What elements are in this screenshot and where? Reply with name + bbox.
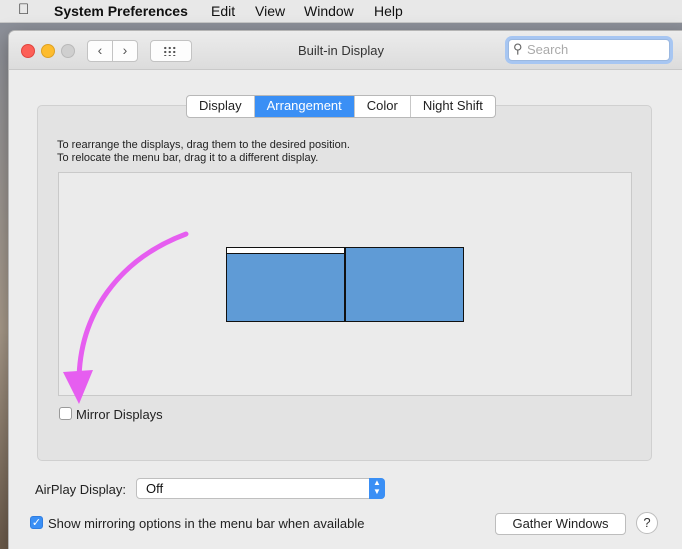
menu-window[interactable]: Window (304, 3, 354, 19)
apple-icon[interactable]:  (18, 1, 29, 18)
menu-app-name[interactable]: System Preferences (54, 3, 188, 19)
airplay-display-value: Off (146, 481, 164, 496)
external-display-thumbnail[interactable] (345, 247, 464, 322)
zoom-button[interactable] (61, 44, 75, 58)
show-all-button[interactable] (150, 40, 192, 62)
title-bar: ‹ › Built-in Display ⚲ (9, 31, 682, 70)
show-mirroring-checkbox[interactable]: ✓ (30, 516, 43, 529)
mirror-displays-checkbox[interactable] (59, 407, 72, 420)
gather-windows-button[interactable]: Gather Windows (495, 513, 626, 535)
forward-button[interactable]: › (112, 40, 138, 62)
menu-bar:  System Preferences Edit View Window He… (0, 0, 682, 23)
tab-bar: Display Arrangement Color Night Shift (186, 95, 496, 118)
search-icon: ⚲ (513, 41, 523, 56)
back-button[interactable]: ‹ (87, 40, 113, 62)
tab-color[interactable]: Color (355, 96, 411, 117)
instruction-menubar: To relocate the menu bar, drag it to a d… (57, 152, 319, 164)
chevron-updown-icon: ▲ ▼ (369, 478, 385, 499)
search-field[interactable]: ⚲ (508, 39, 670, 61)
built-in-display-thumbnail[interactable] (226, 247, 345, 322)
airplay-display-select[interactable]: Off ▲ ▼ (136, 478, 385, 499)
preferences-window: ‹ › Built-in Display ⚲ Display Arrangeme… (9, 31, 682, 549)
instruction-rearrange: To rearrange the displays, drag them to … (57, 139, 350, 151)
menu-bar-handle[interactable] (227, 248, 344, 254)
tab-display[interactable]: Display (187, 96, 255, 117)
tab-night-shift[interactable]: Night Shift (411, 96, 495, 117)
menu-edit[interactable]: Edit (211, 3, 235, 19)
airplay-display-label: AirPlay Display: (35, 482, 127, 497)
close-button[interactable] (21, 44, 35, 58)
tab-arrangement[interactable]: Arrangement (254, 96, 355, 117)
menu-view[interactable]: View (255, 3, 285, 19)
menu-help[interactable]: Help (374, 3, 403, 19)
mirror-displays-label: Mirror Displays (76, 407, 163, 422)
grid-icon (163, 46, 177, 56)
help-button[interactable]: ? (636, 512, 658, 534)
show-mirroring-label: Show mirroring options in the menu bar w… (48, 516, 365, 531)
search-input[interactable] (527, 41, 662, 57)
minimize-button[interactable] (41, 44, 55, 58)
